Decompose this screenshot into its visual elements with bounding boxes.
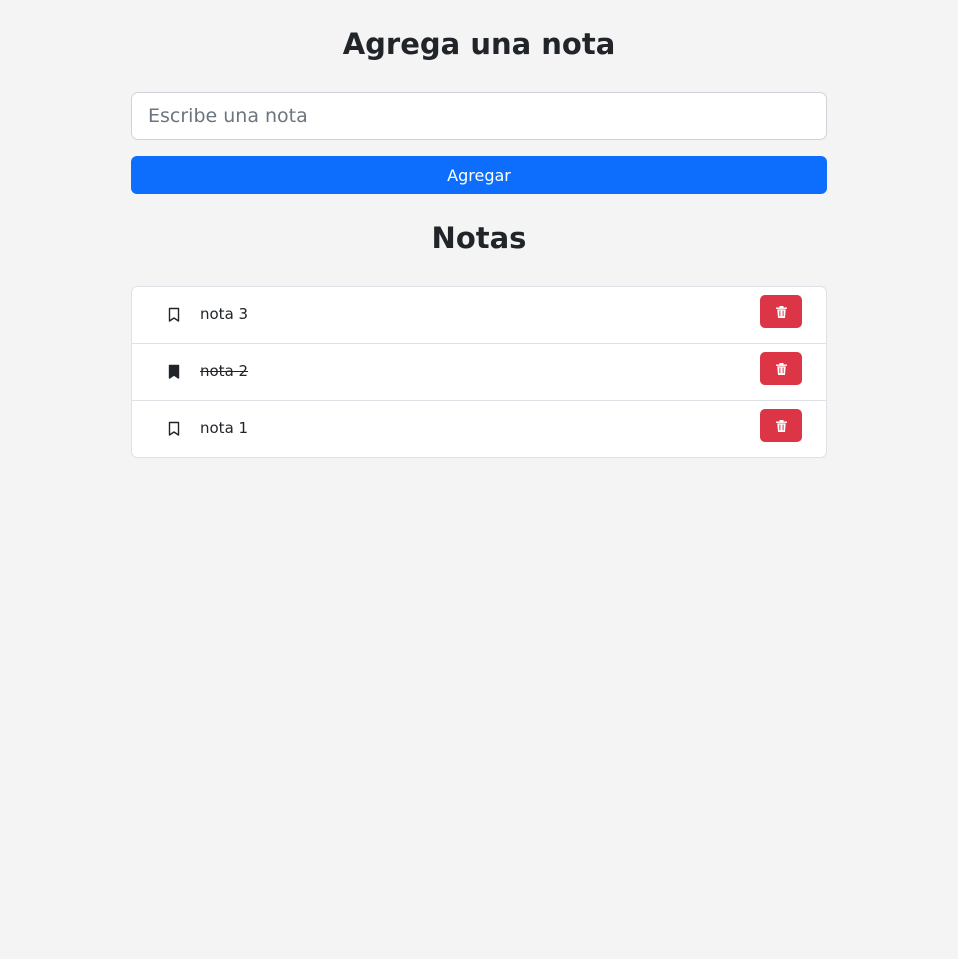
notes-title: Notas [431,221,527,255]
trash-icon [775,362,787,375]
note-text: nota 1 [200,419,249,437]
note-item: nota 2 [132,344,826,401]
trash-icon [775,305,787,318]
add-note-button[interactable]: Agregar [131,156,827,194]
note-input[interactable] [131,92,827,140]
delete-note-button[interactable] [760,409,802,442]
bookmark-outline-icon[interactable] [168,307,180,323]
trash-icon [775,419,787,432]
delete-note-button[interactable] [760,295,802,328]
bookmark-filled-icon[interactable] [168,364,180,380]
note-item: nota 3 [132,287,826,344]
note-list: nota 3 nota 2 nota 1 [131,286,827,458]
note-text: nota 2 [200,362,249,380]
delete-note-button[interactable] [760,352,802,385]
note-text: nota 3 [200,305,249,323]
add-note-title: Agrega una nota [342,27,616,61]
note-item: nota 1 [132,401,826,457]
bookmark-outline-icon[interactable] [168,421,180,437]
